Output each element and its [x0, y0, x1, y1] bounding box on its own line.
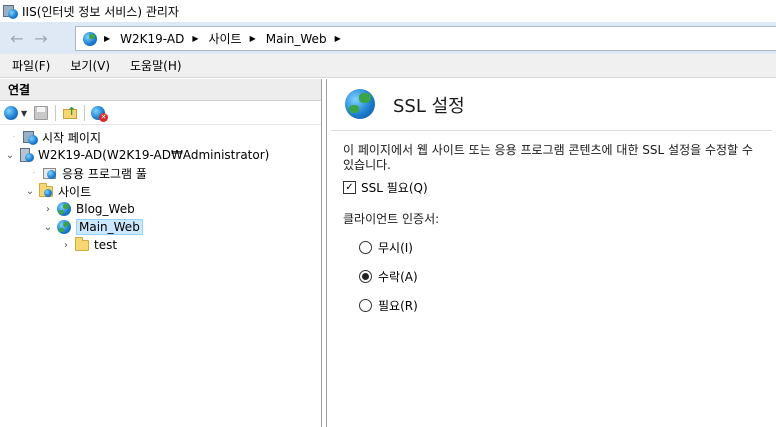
client-cert-option-accept[interactable]: 수락(A): [343, 268, 776, 285]
start-page-icon: [22, 129, 38, 145]
globe-icon: [56, 219, 72, 235]
ignore-radio[interactable]: [359, 241, 372, 254]
require-ssl-label: SSL 필요(Q): [361, 181, 428, 195]
breadcrumb-root[interactable]: ▶: [82, 31, 120, 47]
client-cert-option-ignore[interactable]: 무시(I): [343, 239, 776, 256]
iis-manager-icon: [2, 3, 18, 19]
globe-icon: [56, 201, 72, 217]
tree-item-main-web[interactable]: ⌄ Main_Web: [42, 218, 143, 236]
tree-item-server[interactable]: ⌄ W2K19-AD(W2K19-AD₩Administrator): [4, 146, 269, 164]
tree-connector: ·: [32, 167, 36, 179]
tree-item-label: W2K19-AD(W2K19-AD₩Administrator): [38, 148, 270, 162]
menu-bar: 파일(F) 보기(V) 도움말(H): [0, 54, 776, 78]
breadcrumb-item-server[interactable]: W2K19-AD ▶: [120, 32, 208, 46]
breadcrumb-separator-icon[interactable]: ▶: [192, 34, 198, 43]
require-ssl-checkbox[interactable]: ✓: [343, 181, 356, 194]
navigation-bar: ← → ▶ W2K19-AD ▶ 사이트 ▶ Main_Web ▶: [0, 22, 776, 54]
menu-file[interactable]: 파일(F): [12, 57, 50, 74]
tree-item-label: Main_Web: [76, 219, 143, 235]
chevron-right-icon[interactable]: ›: [42, 204, 54, 215]
server-icon: [18, 147, 34, 163]
toolbar-separator: [55, 104, 56, 121]
tree-item-start-page[interactable]: · 시작 페이지: [8, 128, 101, 146]
client-cert-label: 클라이언트 인증서:: [343, 212, 440, 226]
connections-tree: · 시작 페이지 ⌄ W2K19-AD(W2K19-AD₩Administrat…: [0, 125, 321, 253]
ssl-settings-form: 이 페이지에서 웹 사이트 또는 응용 프로그램 콘텐츠에 대한 SSL 설정을…: [327, 131, 776, 314]
save-icon[interactable]: [30, 103, 52, 123]
radio-label: 무시(I): [378, 241, 413, 255]
accept-radio[interactable]: [359, 270, 372, 283]
app-pool-icon: [42, 165, 58, 181]
tree-item-label: 시작 페이지: [42, 130, 102, 145]
globe-icon: [345, 88, 377, 121]
page-title: SSL 설정: [393, 95, 465, 117]
menu-view[interactable]: 보기(V): [70, 57, 110, 74]
sites-folder-icon: [38, 183, 54, 199]
feature-description: 이 페이지에서 웹 사이트 또는 응용 프로그램 콘텐츠에 대한 SSL 설정을…: [343, 143, 753, 172]
radio-label: 수락(A): [378, 270, 418, 284]
tree-item-label: 응용 프로그램 풀: [62, 166, 147, 181]
feature-header: SSL 설정: [331, 79, 772, 131]
tree-item-sites[interactable]: ⌄ 사이트: [24, 182, 91, 200]
client-cert-option-require[interactable]: 필요(R): [343, 297, 776, 314]
globe-icon: [82, 31, 98, 47]
connections-toolbar: ▼ ↑ ✕: [0, 101, 321, 125]
tree-item-test[interactable]: › test: [60, 236, 117, 254]
breadcrumb-item-site[interactable]: Main_Web ▶: [266, 32, 351, 46]
breadcrumb-separator-icon[interactable]: ▶: [104, 34, 110, 43]
arrow-left-icon[interactable]: ←: [6, 27, 28, 49]
breadcrumb-separator-icon[interactable]: ▶: [250, 34, 256, 43]
window-title: IIS(인터넷 정보 서비스) 관리자: [22, 4, 179, 19]
toolbar-separator: [84, 104, 85, 121]
tree-item-app-pools[interactable]: · 응용 프로그램 풀: [28, 164, 147, 182]
connect-icon[interactable]: ▼: [2, 103, 30, 123]
connections-header: 연결: [0, 79, 321, 101]
require-ssl-row[interactable]: ✓ SSL 필요(Q): [343, 179, 776, 196]
connections-pane: 연결 ▼ ↑ ✕ · 시작 페이지 ⌄ W2K19-AD(W2K19-AD₩Ad…: [0, 79, 322, 427]
menu-help[interactable]: 도움말(H): [130, 57, 182, 74]
tree-item-label: test: [94, 238, 118, 252]
tree-item-label: Blog_Web: [76, 202, 135, 216]
chevron-down-icon[interactable]: ⌄: [4, 150, 16, 161]
chevron-down-icon[interactable]: ⌄: [24, 186, 36, 197]
tree-connector: ·: [12, 131, 16, 143]
breadcrumb-item-sites[interactable]: 사이트 ▶: [208, 30, 265, 47]
tree-item-label: 사이트: [58, 184, 92, 199]
title-bar: IIS(인터넷 정보 서비스) 관리자: [0, 0, 776, 22]
breadcrumb-separator-icon[interactable]: ▶: [335, 34, 341, 43]
radio-label: 필요(R): [378, 299, 418, 313]
arrow-right-icon[interactable]: →: [30, 27, 52, 49]
address-breadcrumb[interactable]: ▶ W2K19-AD ▶ 사이트 ▶ Main_Web ▶: [75, 26, 776, 51]
disconnect-icon[interactable]: ✕: [88, 103, 110, 123]
require-radio[interactable]: [359, 299, 372, 312]
feature-pane: SSL 설정 이 페이지에서 웹 사이트 또는 응용 프로그램 콘텐츠에 대한 …: [326, 79, 776, 427]
chevron-down-icon[interactable]: ⌄: [42, 222, 54, 233]
folder-icon: [74, 237, 90, 253]
up-folder-icon[interactable]: ↑: [59, 103, 81, 123]
tree-item-blog-web[interactable]: › Blog_Web: [42, 200, 135, 218]
chevron-right-icon[interactable]: ›: [60, 240, 72, 251]
